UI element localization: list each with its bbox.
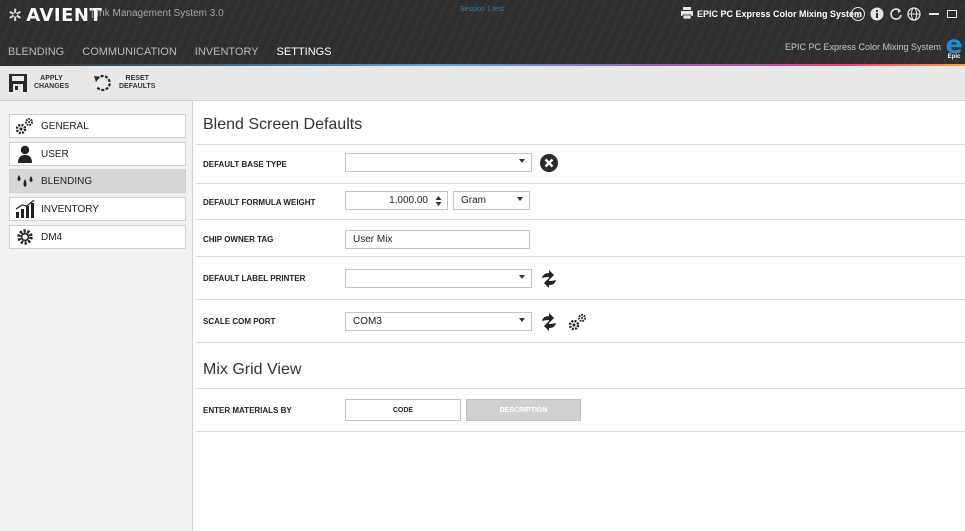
field-label: SCALE COM PORT <box>203 317 276 326</box>
code-option-button[interactable]: CODE <box>345 399 461 421</box>
default-label-printer-row: DEFAULT LABEL PRINTER <box>196 257 965 300</box>
default-base-type-dropdown[interactable] <box>345 153 532 172</box>
refresh-icon <box>542 313 556 331</box>
sidebar-item-label: BLENDING <box>41 175 93 187</box>
reset-icon <box>93 73 113 93</box>
tab-settings[interactable]: SETTINGS <box>277 42 332 62</box>
chip-owner-tag-input[interactable]: User Mix <box>345 230 530 249</box>
sidebar-item-label: INVENTORY <box>41 203 99 215</box>
apply-label-line1: APPLY <box>40 75 63 82</box>
dropdown-value: Gram <box>461 195 486 206</box>
field-label: ENTER MATERIALS BY <box>203 406 292 415</box>
scale-settings-button[interactable] <box>567 311 589 333</box>
scale-com-port-row: SCALE COM PORT COM3 <box>196 300 965 343</box>
avient-logo-icon: ✲ <box>8 5 23 25</box>
tab-blending[interactable]: BLENDING <box>8 42 64 62</box>
tab-inventory[interactable]: INVENTORY <box>195 42 259 62</box>
reset-label-line1: RESET <box>125 75 149 82</box>
field-label: CHIP OWNER TAG <box>203 235 274 244</box>
system-title: EPIC PC Express Color Mixing System <box>697 9 863 19</box>
refresh-ports-button[interactable] <box>538 311 560 333</box>
drops-icon <box>15 172 35 190</box>
chevron-down-icon <box>519 159 525 163</box>
description-option-button[interactable]: DESCRIPTION <box>466 399 581 421</box>
chip-owner-tag-row: CHIP OWNER TAG User Mix <box>196 220 965 257</box>
sidebar-item-inventory[interactable]: INVENTORY <box>9 197 186 221</box>
mix-grid-title: Mix Grid View <box>203 361 302 378</box>
gear-icon <box>15 228 35 246</box>
app-title: | Ink Management System 3.0 <box>91 8 224 19</box>
gears-icon <box>15 117 35 135</box>
refresh-icon <box>542 270 556 288</box>
sidebar-item-label: USER <box>41 148 69 160</box>
app-logo: ✲ AVIENT <box>8 5 102 26</box>
reset-defaults-button[interactable]: RESET DEFAULTS <box>93 70 155 96</box>
epic-logo: e Epic <box>943 30 965 60</box>
toolbar: APPLY CHANGES RESET DEFAULTS <box>0 66 965 101</box>
printer-icon[interactable] <box>680 7 694 21</box>
input-value: User Mix <box>353 234 393 245</box>
scale-com-port-dropdown[interactable]: COM3 <box>345 312 532 331</box>
formula-weight-input[interactable]: 1,000.00 <box>345 191 448 210</box>
enter-materials-row: ENTER MATERIALS BY CODE DESCRIPTION <box>196 389 965 432</box>
system-subtitle: EPIC PC Express Color Mixing System <box>785 42 942 52</box>
sync-icon[interactable] <box>889 7 903 21</box>
weight-unit-dropdown[interactable]: Gram <box>453 191 530 210</box>
default-formula-weight-row: DEFAULT FORMULA WEIGHT 1,000.00 Gram <box>196 184 965 220</box>
save-icon <box>8 73 28 93</box>
sidebar-item-blending[interactable]: BLENDING <box>9 169 186 193</box>
label-printer-dropdown[interactable] <box>345 269 532 288</box>
field-label: DEFAULT LABEL PRINTER <box>203 274 306 283</box>
minimize-icon[interactable] <box>927 5 941 19</box>
main-nav: BLENDING COMMUNICATION INVENTORY SETTING… <box>0 42 350 62</box>
clear-icon <box>540 154 558 172</box>
title-bar: ✲ AVIENT | Ink Management System 3.0 Ses… <box>0 0 965 66</box>
epic-e-icon: e <box>945 30 963 59</box>
apply-label-line2: CHANGES <box>34 83 70 90</box>
chart-icon <box>15 200 35 218</box>
spinner-icon[interactable] <box>435 195 442 207</box>
apply-changes-button[interactable]: APPLY CHANGES <box>8 70 69 96</box>
maximize-icon[interactable] <box>945 7 959 21</box>
dropdown-value: COM3 <box>353 316 382 327</box>
reset-label-line2: DEFAULTS <box>119 83 156 90</box>
sidebar-item-label: DM4 <box>41 231 63 243</box>
settings-sidebar: GENERAL USER BLENDING INVENTORY DM4 <box>0 101 193 531</box>
gears-icon <box>568 314 586 331</box>
sidebar-item-general[interactable]: GENERAL <box>9 114 186 138</box>
blend-defaults-title: Blend Screen Defaults <box>203 116 363 133</box>
settings-content: Blend Screen Defaults DEFAULT BASE TYPE … <box>194 101 965 531</box>
field-label: DEFAULT FORMULA WEIGHT <box>203 198 316 207</box>
refresh-printers-button[interactable] <box>538 268 560 290</box>
tab-communication[interactable]: COMMUNICATION <box>82 42 177 62</box>
user-icon <box>15 145 35 163</box>
sidebar-item-user[interactable]: USER <box>9 142 186 166</box>
chevron-down-icon <box>519 275 525 279</box>
info-icon[interactable] <box>870 7 884 21</box>
sidebar-item-label: GENERAL <box>41 120 89 132</box>
user-account-icon[interactable]: ☺ <box>851 7 865 21</box>
default-base-type-row: DEFAULT BASE TYPE <box>196 145 965 184</box>
chevron-down-icon <box>519 318 525 322</box>
session-badge: Session 1 test <box>460 6 504 13</box>
globe-icon[interactable] <box>907 7 921 21</box>
field-label: DEFAULT BASE TYPE <box>203 160 287 169</box>
input-value: 1,000.00 <box>389 195 428 206</box>
clear-base-type-button[interactable] <box>538 152 560 174</box>
sidebar-item-dm4[interactable]: DM4 <box>9 225 186 249</box>
chevron-down-icon <box>517 197 523 201</box>
